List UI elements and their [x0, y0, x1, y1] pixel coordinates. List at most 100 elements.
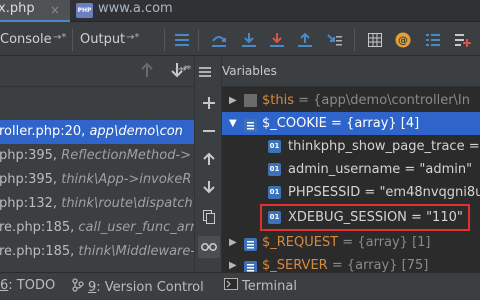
frame-location: php:132, [0, 196, 58, 211]
variable-row-child[interactable]: 01 PHPSESSID = "em48nvqgni8u [222, 181, 480, 204]
variables-header: →* Variables [175, 56, 480, 87]
terminal-label: Terminal [242, 278, 297, 294]
vc-number: 9 [88, 279, 97, 295]
variable-name: admin_username [288, 162, 401, 177]
todo-tool-button[interactable]: 6: TODO [0, 278, 55, 293]
status-bar: 6: TODO 9: Version Control Terminal [0, 272, 480, 300]
php-at-icon[interactable]: @ [392, 29, 414, 51]
variable-name: $_REQUEST [262, 235, 339, 250]
variable-value: = [464, 139, 480, 154]
frame-location: php:395, [0, 172, 58, 187]
variable-row-child[interactable]: 01 thinkphp_show_page_trace = [222, 135, 480, 158]
array-icon [244, 236, 257, 251]
object-icon [244, 94, 257, 107]
frame-row[interactable]: re.php:185, think\Middleware- [0, 240, 194, 264]
variable-row-child[interactable]: 01 admin_username = "admin" [222, 158, 480, 181]
variable-row-request[interactable]: ▶ $_REQUEST = {array} [1] [222, 231, 480, 254]
frame-method: call_user_func_arra [78, 220, 194, 235]
step-into-icon[interactable] [238, 29, 260, 51]
evaluate-grid-icon[interactable] [364, 29, 386, 51]
php-file-icon: PHP [76, 3, 93, 18]
tab-label: www.a.com [98, 1, 173, 16]
menu-lines-icon[interactable] [171, 29, 193, 51]
string-type-icon: 01 [268, 186, 281, 199]
variables-title: Variables [222, 64, 277, 78]
frame-row[interactable]: php:132, think\route\dispatch\M [0, 192, 194, 216]
todo-number: 6 [0, 278, 9, 293]
toolbar-divider [164, 29, 165, 51]
remove-watch-icon[interactable] [198, 120, 220, 142]
terminal-button[interactable]: Terminal [224, 278, 297, 294]
version-control-button[interactable]: 9: Version Control [72, 278, 204, 296]
editor-tab-strip: x.php × PHP www.a.com [0, 0, 480, 22]
variable-name: thinkphp_show_page_trace [288, 139, 465, 154]
variables-panel: →* Variables ▶ $this = {app\demo\control… [175, 56, 480, 274]
frame-location: php:395, [0, 148, 58, 163]
array-icon [244, 259, 257, 274]
frame-location: roller.php:20, [0, 124, 86, 139]
toolbar-divider [198, 29, 199, 51]
console-tab[interactable]: Console [0, 32, 52, 47]
variables-side-toolbar [194, 56, 222, 272]
close-icon[interactable]: × [50, 3, 60, 17]
add-watch-icon[interactable] [198, 92, 220, 114]
frame-method: app\demo\con [89, 124, 183, 139]
variable-value: = {array} [75] [327, 258, 429, 273]
frames-header: →* [0, 56, 194, 87]
frame-row[interactable]: php:395, think\App->invokeR [0, 168, 194, 192]
watches-glasses-icon[interactable] [198, 236, 220, 258]
variable-value: = "em48nvqgni8u [360, 185, 480, 200]
frame-row[interactable]: php:395, ReflectionMethod-> [0, 144, 194, 168]
string-type-icon: 01 [268, 163, 281, 176]
variable-row-cookie[interactable]: ▼ $_COOKIE = {array} [4] [222, 112, 480, 135]
debug-toolbar: Console →* Output →* @ [0, 23, 480, 56]
variable-name: $_COOKIE [262, 116, 327, 131]
highlight-annotation-box [260, 204, 470, 231]
up-arrow-icon[interactable] [140, 62, 154, 82]
svg-text:@: @ [398, 36, 408, 47]
move-up-icon[interactable] [198, 148, 220, 170]
pin-arrow-icon[interactable]: →* [175, 64, 188, 75]
output-tab[interactable]: Output [80, 32, 125, 47]
run-to-cursor-icon[interactable] [324, 29, 346, 51]
frame-location: re.php:185, [0, 244, 75, 259]
frame-row[interactable]: roller.php:20, app\demo\con [0, 120, 194, 144]
frame-location: re.php:185, [0, 220, 75, 235]
variable-value: = {array} [4] [326, 116, 420, 131]
frame-method: think\route\dispatch\M [61, 196, 194, 211]
variable-value: = {array} [1] [338, 235, 431, 250]
add-list-icon[interactable] [452, 29, 474, 51]
string-type-icon: 01 [268, 140, 281, 153]
step-out-icon[interactable] [294, 29, 316, 51]
toolbar-divider [354, 29, 355, 51]
list-lines-icon[interactable] [422, 29, 444, 51]
variable-name: $_SERVER [262, 258, 328, 273]
pin-arrow-icon: →* [126, 32, 140, 43]
variable-name: $this [262, 93, 294, 108]
expand-arrow-icon[interactable]: ▶ [229, 231, 237, 254]
expand-arrow-icon[interactable]: ▶ [229, 89, 237, 112]
force-step-into-icon[interactable] [266, 29, 288, 51]
tab-label: x.php [0, 1, 35, 16]
variable-name: PHPSESSID [288, 185, 361, 200]
tab-www-a-com[interactable]: PHP www.a.com [70, 0, 182, 22]
collapse-arrow-icon[interactable]: ▼ [229, 112, 237, 135]
copy-icon[interactable] [198, 206, 220, 228]
todo-label: : TODO [8, 278, 56, 293]
variable-value: = {app\demo\controller\In [294, 93, 470, 108]
variable-row-this[interactable]: ▶ $this = {app\demo\controller\In [222, 89, 480, 112]
frame-method: think\App->invokeR [61, 172, 192, 187]
frame-row[interactable]: re.php:185, call_user_func_arra [0, 216, 194, 240]
vc-label: : Version Control [96, 279, 204, 295]
toolbar-divider [72, 29, 73, 51]
tab-x-php[interactable]: x.php × [0, 0, 70, 22]
variable-value: = "admin" [400, 162, 473, 177]
array-icon [244, 117, 257, 132]
variables-lines-icon [199, 62, 211, 81]
step-over-icon[interactable] [208, 29, 230, 51]
frame-method: think\Middleware- [78, 244, 194, 259]
branch-icon [72, 278, 84, 296]
terminal-icon [224, 278, 238, 294]
frames-panel: →* roller.php:20, app\demo\con php:395, … [0, 56, 194, 272]
move-down-icon[interactable] [198, 176, 220, 198]
